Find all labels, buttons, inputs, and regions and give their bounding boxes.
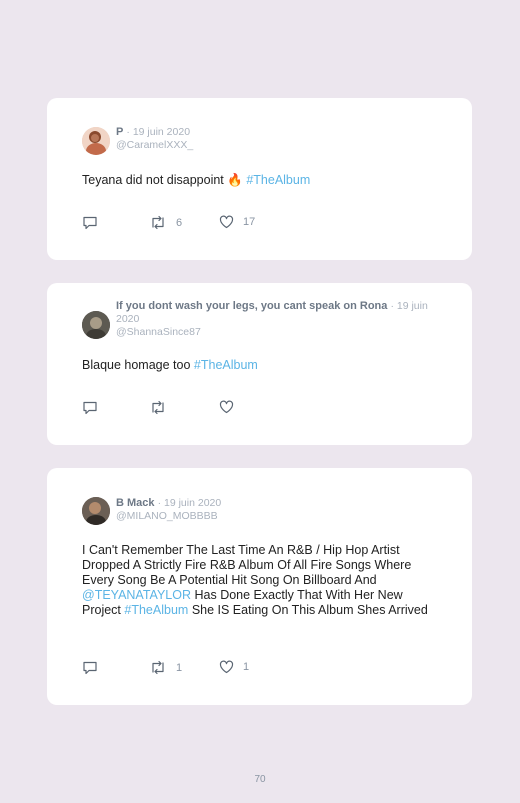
hashtag-link[interactable]: #TheAlbum: [194, 358, 258, 372]
heart-icon: [219, 400, 234, 414]
heart-icon: [219, 660, 234, 674]
tweet-date: · 19 juin 2020: [126, 126, 191, 138]
user-handle[interactable]: @ShannaSince87: [116, 326, 442, 339]
reply-icon: [83, 216, 97, 230]
tweet-card: If you dont wash your legs, you cant spe…: [47, 283, 472, 445]
retweet-button[interactable]: 6: [149, 215, 182, 230]
reply-icon: [83, 661, 97, 675]
retweet-count: 6: [176, 216, 183, 229]
like-count: 1: [243, 661, 250, 673]
tweet-text-content: I Can't Remember The Last Time An R&B / …: [82, 543, 412, 587]
retweet-icon: [152, 215, 164, 230]
user-handle[interactable]: @MILANO_MOBBBB: [116, 510, 432, 523]
avatar[interactable]: [82, 311, 110, 339]
like-button[interactable]: 1: [219, 660, 249, 674]
user-name[interactable]: P: [116, 126, 123, 138]
user-name[interactable]: If you dont wash your legs, you cant spe…: [116, 300, 387, 312]
like-count: 17: [243, 216, 256, 228]
fire-emoji: 🔥: [227, 173, 243, 187]
hashtag-link[interactable]: #TheAlbum: [124, 603, 188, 617]
reply-button[interactable]: [82, 400, 98, 415]
reply-button[interactable]: [82, 660, 98, 675]
avatar[interactable]: [82, 497, 110, 525]
user-name[interactable]: B Mack: [116, 497, 155, 509]
hashtag-link[interactable]: #TheAlbum: [246, 173, 310, 187]
tweet-text-content: Teyana did not disappoint: [82, 173, 224, 187]
reply-button[interactable]: [82, 215, 98, 230]
user-handle[interactable]: @CaramelXXX_: [116, 139, 432, 152]
retweet-icon: [152, 660, 164, 675]
like-button[interactable]: [219, 400, 243, 414]
tweet-text: Blaque homage too #TheAlbum: [82, 358, 442, 373]
retweet-button[interactable]: [149, 400, 176, 415]
retweet-button[interactable]: 1: [149, 660, 182, 675]
heart-icon: [219, 215, 234, 229]
tweet-card: P · 19 juin 2020 @CaramelXXX_ Teyana did…: [47, 98, 472, 260]
page-number: 70: [254, 774, 266, 785]
retweet-icon: [152, 400, 164, 415]
mention-link[interactable]: @TEYANATAYLOR: [82, 588, 191, 602]
like-button[interactable]: 17: [219, 215, 255, 229]
avatar[interactable]: [82, 127, 110, 155]
tweet-text: I Can't Remember The Last Time An R&B / …: [82, 543, 440, 618]
tweet-card: B Mack · 19 juin 2020 @MILANO_MOBBBB I C…: [47, 468, 472, 705]
tweet-date: · 19 juin 2020: [157, 497, 222, 509]
tweet-text: Teyana did not disappoint 🔥 #TheAlbum: [82, 173, 442, 188]
tweet-text-content: She IS Eating On This Album Shes Arrived: [191, 603, 428, 617]
retweet-count: 1: [176, 661, 183, 674]
reply-icon: [83, 401, 97, 415]
tweet-text-content: Blaque homage too: [82, 358, 191, 372]
